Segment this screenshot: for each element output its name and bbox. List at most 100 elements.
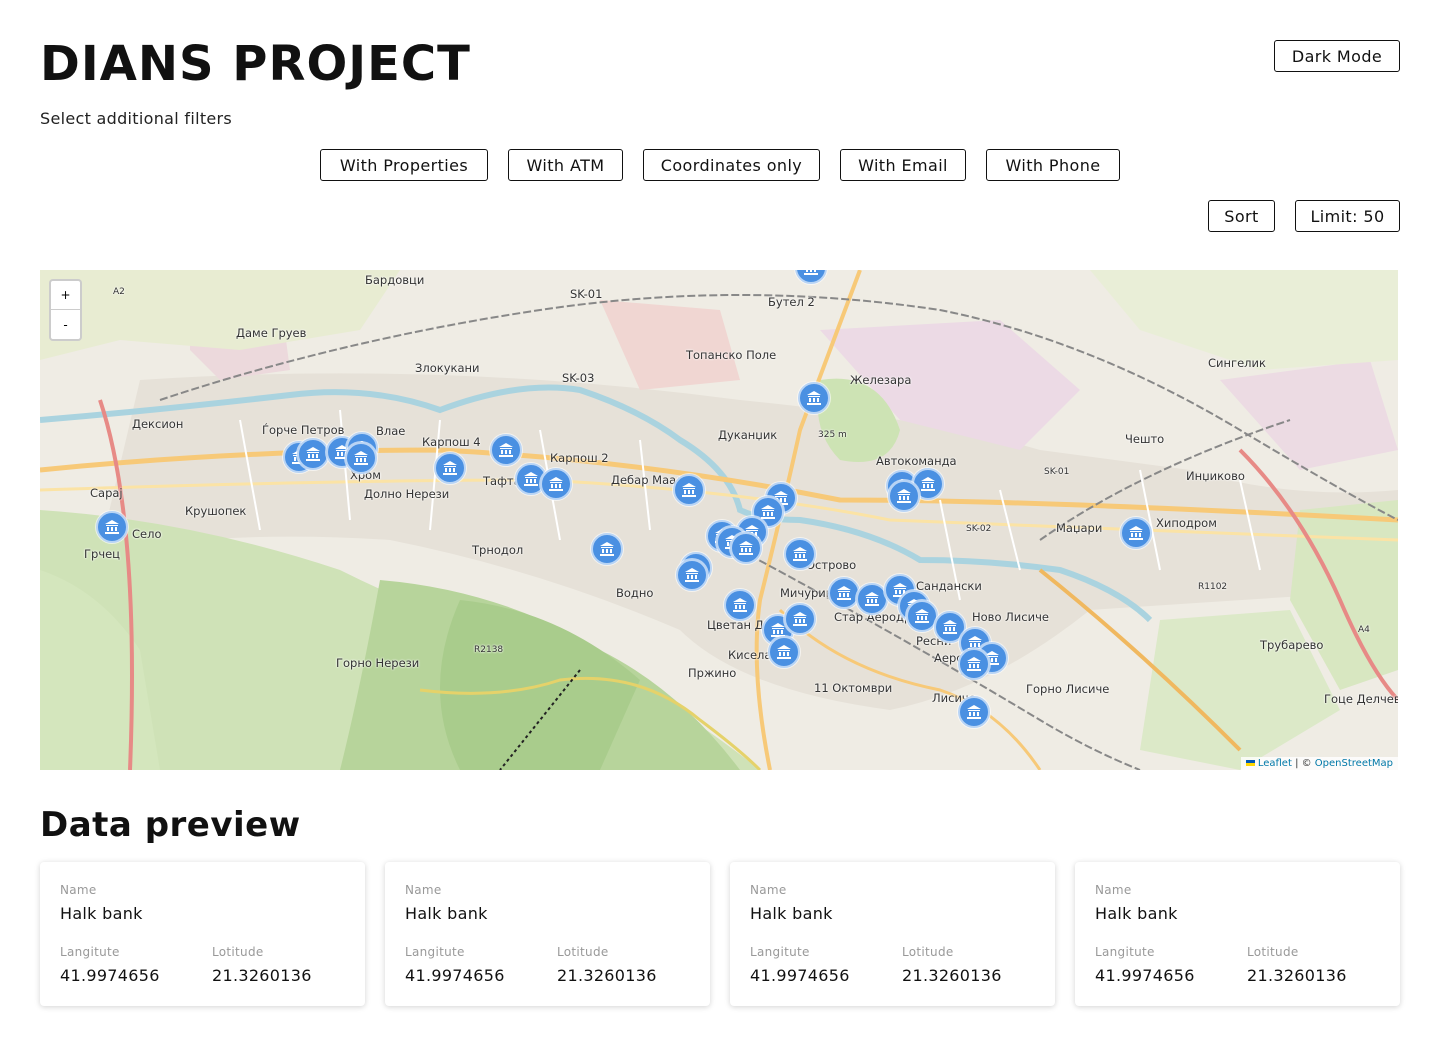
bank-marker[interactable]: [958, 696, 990, 728]
map-place-label: 325 m: [818, 430, 847, 440]
bank-icon: [921, 477, 935, 491]
map-place-label: SK-02: [966, 524, 992, 534]
map-place-label: Автокоманда: [876, 454, 957, 468]
langitute-label: Langitute: [60, 945, 120, 959]
map-place-label: Бардовци: [365, 273, 425, 287]
bank-marker[interactable]: [768, 636, 800, 668]
filter-coordinates-only-button[interactable]: Coordinates only: [643, 149, 820, 181]
bank-marker[interactable]: [784, 538, 816, 570]
bank-icon: [761, 505, 775, 519]
bank-marker[interactable]: [96, 511, 128, 543]
data-card: Name Halk bank Langitute 41.9974656 Loti…: [730, 862, 1055, 1006]
bank-icon: [967, 657, 981, 671]
bank-icon: [943, 620, 957, 634]
map-place-label: Злокукани: [415, 361, 480, 375]
bank-icon: [793, 612, 807, 626]
map-place-label: Кисела: [728, 648, 772, 662]
name-label: Name: [405, 883, 442, 897]
langitute-value: 41.9974656: [60, 966, 160, 985]
map-place-label: SK-01: [1044, 467, 1070, 477]
zoom-out-button[interactable]: -: [51, 310, 80, 339]
bank-marker[interactable]: [345, 442, 377, 474]
map-place-label: Карпош 4: [422, 435, 481, 449]
limit-button[interactable]: Limit: 50: [1295, 200, 1400, 232]
bank-icon: [897, 489, 911, 503]
bank-marker[interactable]: [798, 382, 830, 414]
langitute-value: 41.9974656: [405, 966, 505, 985]
langitute-value: 41.9974656: [750, 966, 850, 985]
map-place-label: Дексион: [132, 417, 184, 431]
lotitude-value: 21.3260136: [557, 966, 657, 985]
map-attribution: Leaflet | © OpenStreetMap: [1240, 757, 1398, 770]
bank-marker[interactable]: [730, 532, 762, 564]
map-place-label: Пржино: [688, 666, 737, 680]
bank-icon: [777, 645, 791, 659]
bank-marker[interactable]: [297, 438, 329, 470]
map-place-label: Мичурин: [780, 586, 834, 600]
data-preview-title: Data preview: [40, 805, 301, 845]
map-place-label: SK-03: [562, 371, 595, 385]
bank-icon: [354, 451, 368, 465]
bank-marker[interactable]: [540, 468, 572, 500]
map-place-label: R2138: [474, 645, 504, 655]
map-place-label: Сингелик: [1208, 356, 1266, 370]
ukraine-flag-icon: [1245, 760, 1255, 766]
map-place-label: Карпош 2: [550, 451, 609, 465]
filter-with-properties-button[interactable]: With Properties: [320, 149, 488, 181]
bank-icon: [967, 705, 981, 719]
map-place-label: Маџари: [1056, 521, 1103, 535]
name-label: Name: [60, 883, 97, 897]
bank-name: Halk bank: [750, 904, 833, 923]
map-view[interactable]: Бардовци Бутел 2 Даме Груев Топанско Пол…: [40, 270, 1398, 770]
bank-name: Halk bank: [60, 904, 143, 923]
leaflet-link[interactable]: Leaflet: [1258, 758, 1292, 769]
openstreetmap-link[interactable]: OpenStreetMap: [1315, 758, 1393, 769]
data-card: Name Halk bank Langitute 41.9974656 Loti…: [385, 862, 710, 1006]
bank-icon: [804, 270, 818, 275]
filter-with-email-button[interactable]: With Email: [840, 149, 966, 181]
bank-icon: [499, 443, 513, 457]
bank-icon: [915, 609, 929, 623]
dark-mode-button[interactable]: Dark Mode: [1274, 40, 1400, 72]
data-card: Name Halk bank Langitute 41.9974656 Loti…: [40, 862, 365, 1006]
filter-with-atm-button[interactable]: With ATM: [508, 149, 623, 181]
filter-with-phone-button[interactable]: With Phone: [986, 149, 1120, 181]
name-label: Name: [1095, 883, 1132, 897]
map-place-label: Влае: [376, 424, 406, 438]
zoom-in-button[interactable]: +: [51, 281, 80, 310]
langitute-label: Langitute: [750, 945, 810, 959]
bank-icon: [443, 461, 457, 475]
map-place-label: Хиподром: [1156, 516, 1217, 530]
bank-icon: [524, 472, 538, 486]
filter-bar: With Properties With ATM Coordinates onl…: [0, 149, 1440, 181]
lotitude-value: 21.3260136: [902, 966, 1002, 985]
map-place-label: Чешто: [1125, 432, 1165, 446]
bank-marker[interactable]: [676, 559, 708, 591]
bank-marker[interactable]: [490, 434, 522, 466]
bank-marker[interactable]: [888, 480, 920, 512]
lotitude-value: 21.3260136: [212, 966, 312, 985]
bank-marker[interactable]: [784, 603, 816, 635]
bank-marker[interactable]: [724, 589, 756, 621]
bank-icon: [600, 542, 614, 556]
map-place-label: Грчец: [84, 547, 121, 561]
bank-marker[interactable]: [828, 577, 860, 609]
bank-marker[interactable]: [1120, 517, 1152, 549]
map-place-label: Дуканџик: [718, 428, 778, 442]
map-place-label: Гоце Делчев: [1324, 692, 1398, 706]
attribution-separator: | ©: [1291, 758, 1315, 769]
map-place-label: Крушопек: [185, 504, 247, 518]
map-place-label: Сандански: [916, 579, 982, 593]
sort-button[interactable]: Sort: [1208, 200, 1275, 232]
bank-marker[interactable]: [958, 648, 990, 680]
map-place-label: Трубарево: [1260, 638, 1324, 652]
bank-name: Halk bank: [1095, 904, 1178, 923]
page-title: DIANS PROJECT: [40, 36, 471, 92]
bank-marker[interactable]: [591, 533, 623, 565]
map-place-label: Ѓорче Петров: [262, 423, 345, 437]
map-place-label: Инџиково: [1186, 469, 1245, 483]
map-place-label: A4: [1358, 625, 1370, 635]
bank-marker[interactable]: [673, 474, 705, 506]
bank-marker[interactable]: [434, 452, 466, 484]
lotitude-label: Lotitude: [1247, 945, 1299, 959]
